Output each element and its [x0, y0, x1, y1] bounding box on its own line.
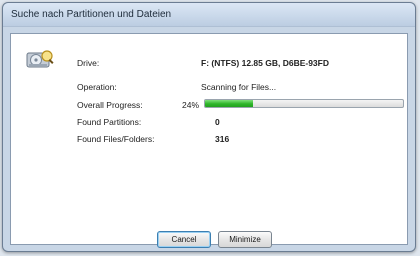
title-bar[interactable]: Suche nach Partitionen und Dateien	[3, 3, 415, 27]
hard-drive-magnifier-icon	[26, 50, 54, 68]
drive-value: F: (NTFS) 12.85 GB, D6BE-93FD	[201, 58, 329, 68]
drive-label: Drive:	[77, 58, 100, 68]
found-files-value: 316	[215, 134, 230, 144]
found-files-label: Found Files/Folders:	[77, 134, 155, 144]
progress-bar-fill	[205, 100, 253, 107]
found-partitions-label: Found Partitions:	[77, 117, 142, 127]
overall-progress-label: Overall Progress:	[77, 100, 143, 110]
scan-dialog-window: Suche nach Partitionen und Dateien Drive…	[2, 2, 416, 252]
cancel-button[interactable]: Cancel	[157, 231, 211, 248]
minimize-button[interactable]: Minimize	[218, 231, 272, 248]
overall-progress-bar	[204, 99, 404, 108]
operation-value: Scanning for Files...	[201, 82, 277, 92]
overall-progress-percent: 24%	[182, 100, 200, 110]
found-partitions-value: 0	[215, 117, 220, 127]
operation-label: Operation:	[77, 82, 117, 92]
window-title: Suche nach Partitionen und Dateien	[11, 9, 172, 20]
